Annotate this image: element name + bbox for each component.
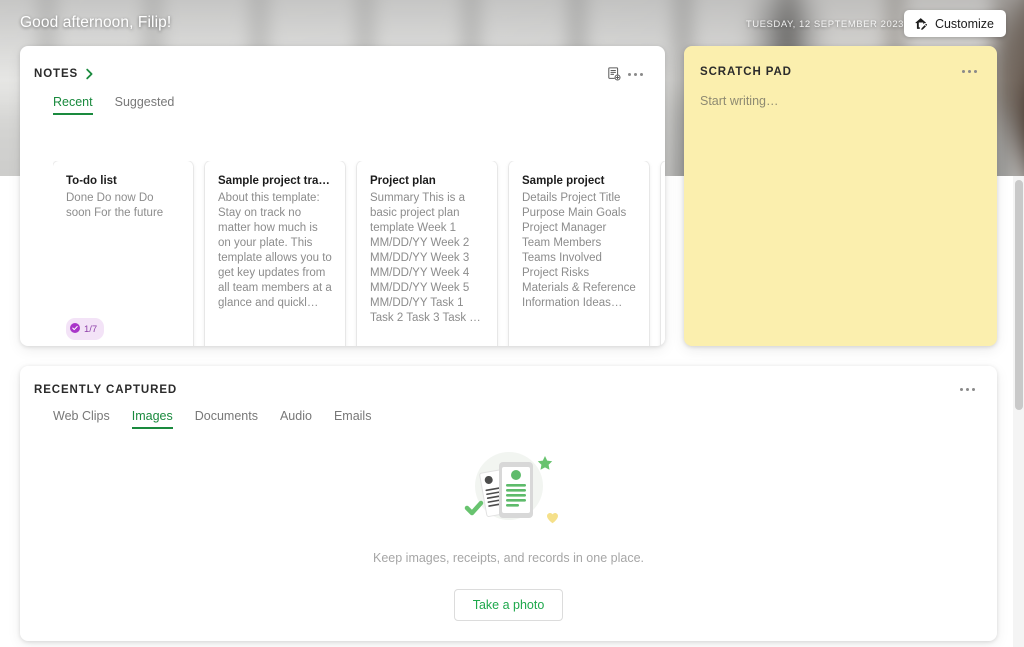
- note-card-title: Sample project: [522, 175, 636, 187]
- note-cards-strip[interactable]: To-do list Done Do now Do soon For the f…: [53, 161, 665, 346]
- customize-button[interactable]: Customize: [904, 10, 1006, 37]
- receipt-phone-illustration: [457, 442, 561, 543]
- customize-button-label: Customize: [935, 17, 994, 31]
- note-card[interactable]: To-do list Done Do now Do soon For the f…: [53, 161, 193, 346]
- recently-captured-tabs: Web Clips Images Documents Audio Emails: [20, 397, 997, 429]
- scratch-pad-panel[interactable]: SCRATCH PAD Start writing…: [684, 46, 997, 346]
- tab-documents[interactable]: Documents: [195, 409, 258, 429]
- tab-images[interactable]: Images: [132, 409, 173, 429]
- note-card-body: Summary This is a basic project plan tem…: [370, 191, 484, 346]
- notes-tabs: Recent Suggested: [20, 84, 665, 115]
- scrollbar-thumb[interactable]: [1015, 180, 1023, 410]
- note-card[interactable]: Project plan Summary This is a basic pro…: [357, 161, 497, 346]
- greeting-text: Good afternoon, Filip!: [20, 14, 171, 32]
- recently-captured-header: RECENTLY CAPTURED: [20, 366, 997, 397]
- note-card-title: Project plan: [370, 175, 484, 187]
- note-card-body: Details Project Title Purpose Main Goals…: [522, 191, 636, 346]
- note-card-partial[interactable]: [661, 161, 665, 346]
- empty-state: Keep images, receipts, and records in on…: [20, 442, 997, 621]
- recently-captured-more-options-icon[interactable]: [956, 382, 979, 397]
- recently-captured-panel: RECENTLY CAPTURED Web Clips Images Docum…: [20, 366, 997, 641]
- notes-more-options-icon[interactable]: [624, 67, 647, 82]
- scratch-pad-title: SCRATCH PAD: [700, 66, 792, 78]
- tab-web-clips[interactable]: Web Clips: [53, 409, 110, 429]
- note-card-footer: 1/7 5 min ago: [66, 318, 180, 346]
- notes-title: NOTES: [34, 68, 78, 80]
- scratch-pad-more-options-icon[interactable]: [958, 64, 981, 79]
- tab-audio[interactable]: Audio: [280, 409, 312, 429]
- home-dashboard: Good afternoon, Filip! TUESDAY, 12 SEPTE…: [0, 0, 1024, 647]
- note-card-title: Sample project tracker: [218, 175, 332, 187]
- chevron-right-icon[interactable]: [85, 68, 94, 80]
- new-note-icon[interactable]: [604, 64, 624, 84]
- home-pencil-icon: [914, 17, 928, 31]
- check-circle-icon: [70, 320, 80, 338]
- note-card-body: About this template: Stay on track no ma…: [218, 191, 332, 346]
- current-date: TUESDAY, 12 SEPTEMBER 2023: [746, 19, 904, 30]
- notes-tab-suggested[interactable]: Suggested: [115, 95, 175, 115]
- status-badge: 1/7: [66, 318, 104, 340]
- note-card[interactable]: Sample project Details Project Title Pur…: [509, 161, 649, 346]
- take-a-photo-button[interactable]: Take a photo: [454, 589, 564, 621]
- note-card[interactable]: Sample project tracker About this templa…: [205, 161, 345, 346]
- tab-emails[interactable]: Emails: [334, 409, 372, 429]
- notes-header: NOTES: [20, 46, 665, 84]
- note-card-body: Done Do now Do soon For the future: [66, 191, 180, 318]
- notes-tab-recent[interactable]: Recent: [53, 95, 93, 115]
- recently-captured-title: RECENTLY CAPTURED: [34, 384, 177, 396]
- status-badge-label: 1/7: [84, 324, 97, 335]
- notes-panel: NOTES Recent Suggested: [20, 46, 665, 346]
- empty-state-caption: Keep images, receipts, and records in on…: [373, 551, 644, 565]
- scratch-pad-header: SCRATCH PAD: [700, 64, 981, 79]
- scratch-pad-input[interactable]: Start writing…: [700, 94, 981, 108]
- note-card-title: To-do list: [66, 175, 180, 187]
